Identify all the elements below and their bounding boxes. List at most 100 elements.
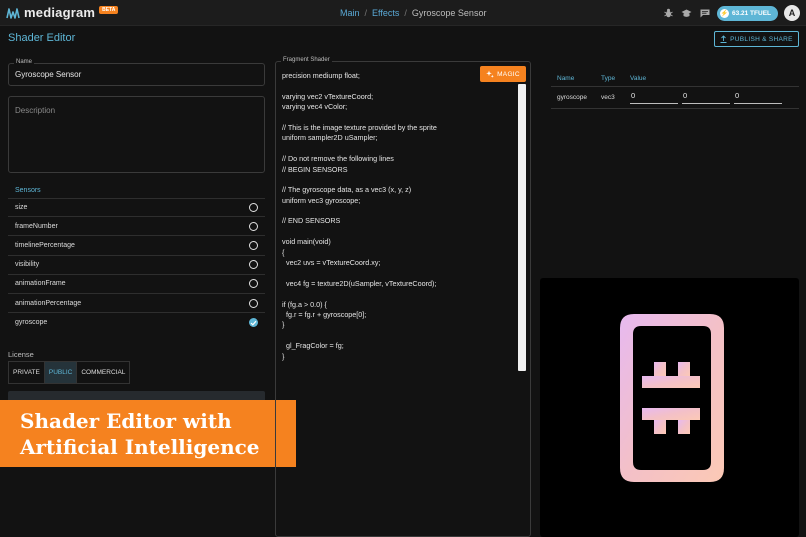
code-line: precision mediump float; — [282, 71, 360, 80]
license-title: License — [8, 350, 34, 359]
promo-banner: Shader Editor with Artificial Intelligen… — [0, 400, 296, 467]
graduation-cap-icon[interactable] — [681, 7, 693, 19]
column-header-name: Name — [557, 74, 575, 82]
shader-preview — [540, 278, 799, 537]
radio-icon[interactable] — [249, 260, 258, 270]
check-icon[interactable] — [249, 318, 258, 328]
value-z-input[interactable]: 0 — [734, 91, 782, 104]
chat-icon[interactable] — [699, 7, 711, 19]
name-field-value: Gyroscope Sensor — [15, 70, 82, 79]
radio-icon[interactable] — [249, 240, 258, 250]
code-line: } — [282, 351, 285, 361]
code-line: // This is the image texture provided by… — [282, 122, 437, 132]
license-public-button[interactable]: PUBLIC — [44, 362, 78, 383]
column-header-type: Type — [601, 74, 616, 82]
value-x-input[interactable]: 0 — [630, 91, 678, 104]
license-commercial-button[interactable]: COMMERCIAL — [77, 362, 129, 383]
code-line: varying vec2 vTextureCoord; — [282, 91, 374, 101]
magic-label: MAGIC — [497, 70, 520, 78]
publish-share-button[interactable]: PUBLISH & SHARE — [714, 31, 799, 47]
top-bar: mediagram BETA Main / Effects / Gyroscop… — [0, 0, 806, 26]
code-line: } — [282, 320, 285, 330]
logo-wave-icon — [6, 7, 20, 19]
bug-icon[interactable] — [663, 7, 675, 19]
sensor-item-framenumber[interactable]: frameNumber — [8, 217, 265, 237]
publish-share-label: PUBLISH & SHARE — [730, 35, 793, 43]
editor-scrollbar[interactable] — [518, 84, 526, 371]
app-name: mediagram — [24, 5, 96, 20]
sensor-item-animationpercentage[interactable]: animationPercentage — [8, 294, 265, 314]
tfuel-balance: 63.21 TFUEL — [731, 9, 771, 17]
value-y-input[interactable]: 0 — [682, 91, 730, 104]
table-row: gyroscope vec3 0 0 0 — [551, 87, 799, 109]
tfuel-icon: ⚡ — [719, 8, 729, 18]
name-field[interactable]: Name Gyroscope Sensor — [8, 59, 265, 86]
sensor-label: size — [15, 204, 28, 212]
name-field-label: Name — [14, 59, 35, 65]
sensor-item-visibility[interactable]: visibility — [8, 256, 265, 275]
banner-line-2: Artificial Intelligence — [20, 435, 260, 459]
tfuel-balance-button[interactable]: ⚡ 63.21 TFUEL — [716, 5, 778, 21]
description-placeholder: Description — [15, 106, 56, 115]
uniform-type: vec3 — [601, 94, 615, 101]
breadcrumb-separator: / — [364, 8, 368, 18]
fragment-shader-label: Fragment Shader — [281, 57, 332, 63]
header-actions: ⚡ 63.21 TFUEL A — [663, 5, 800, 21]
fragment-shader-editor[interactable]: Fragment Shader precision mediump float;… — [275, 57, 531, 537]
description-field[interactable]: Description — [8, 96, 265, 173]
sensor-label: timelinePercentage — [15, 241, 75, 249]
radio-icon[interactable] — [249, 221, 258, 231]
radio-icon[interactable] — [249, 279, 258, 289]
uniforms-table: Name Type Value gyroscope vec3 0 0 0 — [551, 70, 799, 109]
radio-icon[interactable] — [249, 203, 258, 213]
shader-code[interactable]: precision mediump float; varying vec2 vTe… — [282, 71, 437, 362]
sensor-label: animationPercentage — [15, 299, 82, 307]
code-line: vec4 fg = texture2D(uSampler, vTextureCo… — [282, 278, 437, 288]
license-private-button[interactable]: PRIVATE — [9, 362, 45, 383]
uniform-name: gyroscope — [557, 94, 587, 101]
sensor-item-animationframe[interactable]: animationFrame — [8, 275, 265, 294]
sensor-item-timelinepercentage[interactable]: timelinePercentage — [8, 236, 265, 256]
code-line: vec2 uvs = vTextureCoord.xy; — [282, 258, 381, 268]
breadcrumb-effects[interactable]: Effects — [372, 8, 399, 18]
banner-line-1: Shader Editor with — [20, 409, 232, 433]
sensors-title: Sensors — [15, 187, 41, 194]
breadcrumb-separator: / — [404, 8, 407, 18]
page-title: Shader Editor — [8, 32, 76, 44]
sensor-item-gyroscope[interactable]: gyroscope — [8, 313, 265, 332]
sparkle-icon — [486, 70, 494, 78]
sensor-item-size[interactable]: size — [8, 198, 265, 218]
code-line: // Do not remove the following lines — [282, 154, 394, 164]
sensor-label: animationFrame — [15, 280, 66, 288]
theta-token-image — [620, 314, 724, 482]
breadcrumb-main[interactable]: Main — [340, 8, 360, 18]
code-line: gl_FragColor = fg; — [282, 341, 344, 351]
breadcrumb: Main / Effects / Gyroscope Sensor — [340, 8, 486, 18]
avatar[interactable]: A — [784, 5, 800, 21]
code-line: { — [282, 247, 285, 257]
sensor-label: visibility — [15, 261, 40, 269]
radio-icon[interactable] — [249, 298, 258, 308]
code-line: // The gyroscope data, as a vec3 (x, y, … — [282, 185, 412, 195]
code-line: uniform sampler2D uSampler; — [282, 133, 378, 143]
beta-badge: BETA — [99, 6, 119, 14]
uniform-values: 0 0 0 — [624, 91, 786, 104]
code-line: uniform vec3 gyroscope; — [282, 195, 361, 205]
app-logo[interactable]: mediagram BETA — [6, 5, 119, 20]
upload-icon — [720, 35, 727, 43]
table-header: Name Type Value — [551, 70, 799, 87]
magic-button[interactable]: MAGIC — [480, 66, 526, 82]
code-line: varying vec4 vColor; — [282, 102, 348, 112]
column-header-value: Value — [630, 74, 647, 82]
code-line: // BEGIN SENSORS — [282, 164, 348, 174]
sensor-list: size frameNumber timelinePercentage visi… — [8, 198, 265, 332]
code-line: // END SENSORS — [282, 216, 341, 226]
sensor-label: gyroscope — [15, 319, 48, 327]
